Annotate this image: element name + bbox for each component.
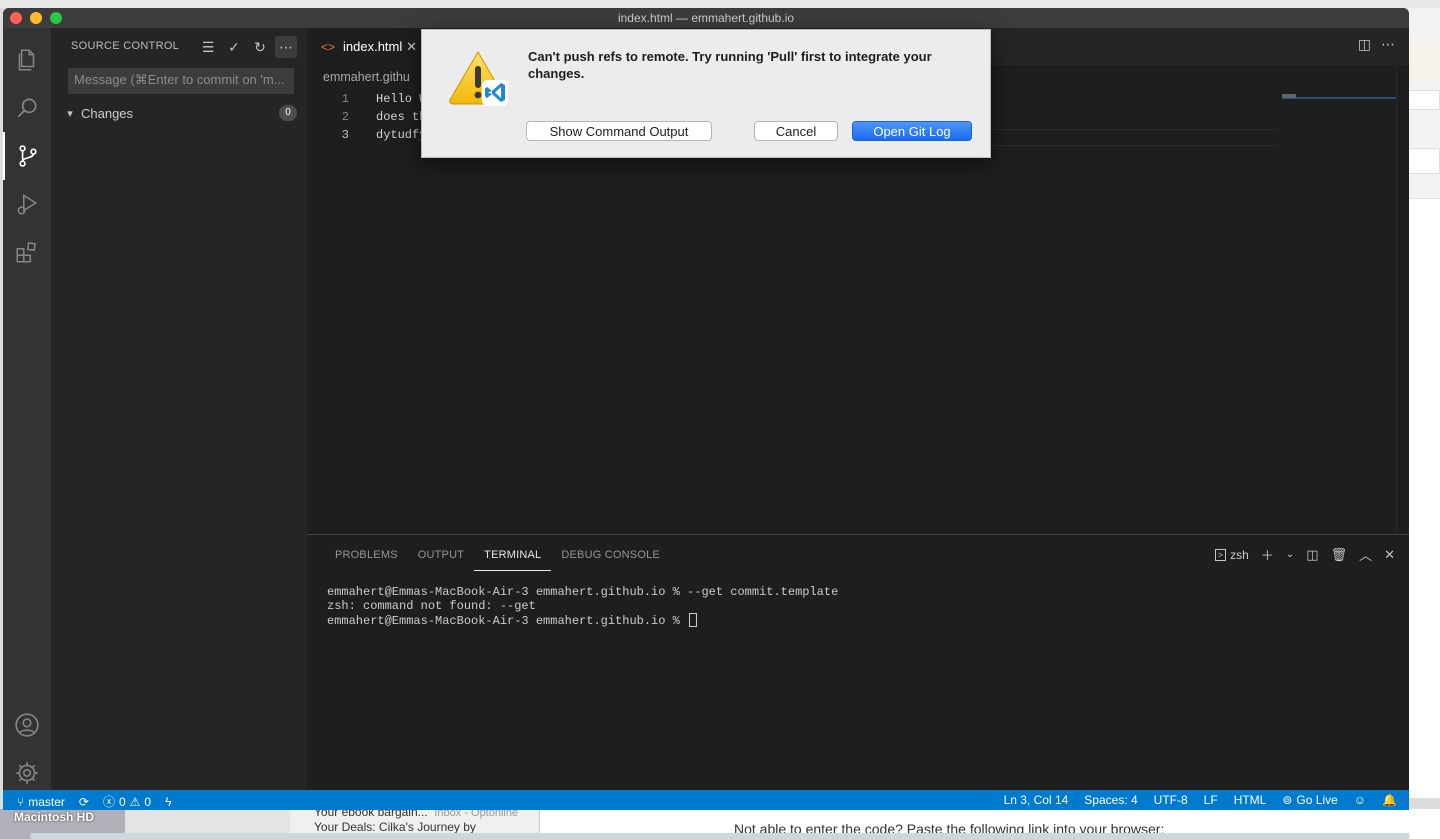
notifications-bell-icon[interactable]: 🔔 [1382,793,1397,807]
terminal-cursor [689,613,698,627]
view-as-tree-icon[interactable]: ☰ [197,36,219,58]
cancel-button[interactable]: Cancel [754,121,838,141]
tab-label: index.html [343,39,403,54]
source-control-sidebar: SOURCE CONTROL ☰ ✓ ↻ ⋯ Message (⌘Enter t… [51,28,307,790]
desktop-menubar-strip [0,0,1440,8]
sidebar-actions: ☰ ✓ ↻ ⋯ [197,36,297,58]
files-icon[interactable] [3,36,51,84]
dialog-message: Can't push refs to remote. Try running '… [528,49,932,81]
terminal-icon: > [1214,548,1227,561]
breadcrumb[interactable]: emmahert.githu [323,70,410,84]
sidebar-title: SOURCE CONTROL [71,40,180,52]
split-editor-icon[interactable]: ◫ [1358,36,1371,53]
tab-debug-console[interactable]: DEBUG CONSOLE [551,545,670,571]
new-terminal-icon[interactable]: ＋ [1261,545,1274,564]
error-icon: ⓧ [102,795,115,809]
maximize-panel-icon[interactable]: ︿ [1359,545,1372,564]
go-live-button[interactable]: ⊚ Go Live [1282,793,1337,807]
encoding[interactable]: UTF-8 [1154,793,1188,807]
lightning-icon[interactable]: ϟ [165,795,171,809]
terminal-output[interactable]: emmahert@Emmas-MacBook-Air-3 emmahert.gi… [327,585,838,628]
more-actions-icon[interactable]: ⋯ [275,36,297,58]
open-git-log-button[interactable]: Open Git Log [852,121,972,141]
html-file-icon: <> [321,39,336,54]
dock [30,833,1410,839]
editor-actions: ◫ ⋯ [1358,36,1395,53]
activity-bar [3,28,51,790]
editor-scrollbar[interactable] [1396,65,1397,534]
tab-output[interactable]: OUTPUT [408,545,474,571]
warning-icon: ⚠ [129,794,141,809]
close-panel-icon[interactable]: ✕ [1384,547,1395,563]
commit-message-input[interactable]: Message (⌘Enter to commit on 'm... [68,68,294,94]
background-browser-window [1408,8,1440,798]
warning-icon [449,51,508,106]
feedback-icon[interactable]: ☺ [1354,793,1366,807]
sync-icon[interactable]: ⟳ [79,795,89,809]
status-bar: ⑂ master ⟳ ⓧ 0 ⚠ 0 ϟ Ln 3, Col 14 Spaces… [3,790,1409,810]
search-icon[interactable] [3,84,51,132]
minimap-slider[interactable] [1282,97,1396,99]
broadcast-icon: ⊚ [1282,793,1293,807]
branch-indicator[interactable]: ⑂ master [17,795,65,809]
changes-count-badge: 0 [279,105,297,121]
terminal-shell-selector[interactable]: > zsh [1214,548,1249,562]
indentation[interactable]: Spaces: 4 [1084,793,1137,807]
show-command-output-button[interactable]: Show Command Output [526,121,712,141]
commit-check-icon[interactable]: ✓ [223,36,245,58]
changes-group[interactable]: ▾ Changes 0 [61,102,297,124]
language-mode[interactable]: HTML [1234,793,1267,807]
run-debug-icon[interactable] [3,180,51,228]
split-terminal-icon[interactable]: ◫ [1306,547,1318,563]
problems-indicator[interactable]: ⓧ 0 ⚠ 0 [103,793,151,810]
refresh-icon[interactable]: ↻ [249,36,271,58]
tab-terminal[interactable]: TERMINAL [474,545,552,571]
source-control-icon[interactable] [3,132,51,180]
changes-label: Changes [81,105,134,121]
panel-tabs: PROBLEMS OUTPUT TERMINAL DEBUG CONSOLE [325,545,670,571]
trash-icon[interactable]: 🗑 [1331,547,1348,563]
close-icon[interactable]: ✕ [406,39,417,55]
bottom-panel: PROBLEMS OUTPUT TERMINAL DEBUG CONSOLE >… [307,534,1409,790]
cursor-position[interactable]: Ln 3, Col 14 [1004,793,1069,807]
push-error-dialog: Can't push refs to remote. Try running '… [421,29,991,158]
account-icon[interactable] [3,701,51,749]
more-actions-icon[interactable]: ⋯ [1381,36,1395,53]
window-title: index.html — emmahert.github.io [617,11,795,25]
panel-actions: > zsh ＋ ⌄ ◫ 🗑 ︿ ✕ [1214,545,1395,564]
tab-problems[interactable]: PROBLEMS [325,545,408,571]
end-of-line[interactable]: LF [1204,793,1218,807]
chevron-down-icon[interactable]: ⌄ [1286,549,1294,560]
chevron-down-icon: ▾ [67,107,73,120]
git-branch-icon: ⑂ [17,794,25,809]
extensions-icon[interactable] [3,228,51,276]
tab-index-html[interactable]: <> index.html ✕ [307,28,425,65]
title-bar: index.html — emmahert.github.io [3,8,1409,28]
